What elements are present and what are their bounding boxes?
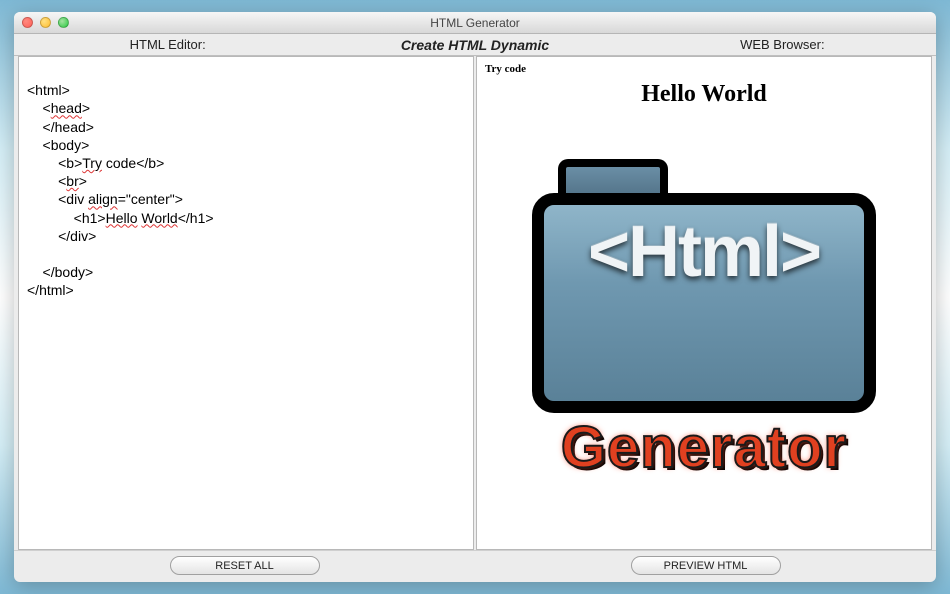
preview-content: Try code Hello World <Html> Generator: [477, 57, 931, 479]
editor-spell: Hello: [106, 210, 138, 226]
editor-spell: Try: [82, 155, 102, 171]
section-header-row: HTML Editor: Create HTML Dynamic WEB Bro…: [14, 34, 936, 56]
editor-line: </head>: [27, 119, 94, 135]
app-window: HTML Generator HTML Editor: Create HTML …: [14, 12, 936, 582]
editor-line: <: [27, 173, 66, 189]
editor-section-label: HTML Editor:: [14, 34, 321, 55]
editor-line: [27, 64, 31, 80]
content-row: <html> <head> </head> <body> <b>Try code…: [14, 56, 936, 550]
editor-line: code</b>: [102, 155, 164, 171]
window-title: HTML Generator: [14, 16, 936, 30]
button-cell-right: PREVIEW HTML: [475, 551, 936, 580]
editor-line: </h1>: [178, 210, 214, 226]
editor-line: ="center">: [118, 191, 183, 207]
editor-spell: align: [88, 191, 118, 207]
preview-bold-text: Try code: [485, 63, 923, 75]
titlebar[interactable]: HTML Generator: [14, 12, 936, 34]
html-editor[interactable]: <html> <head> </head> <body> <b>Try code…: [19, 57, 473, 549]
editor-spell: World: [141, 210, 177, 226]
editor-line: <b>: [27, 155, 82, 171]
editor-line: </body>: [27, 264, 93, 280]
editor-spell: br: [66, 173, 78, 189]
editor-line: <html>: [27, 82, 70, 98]
editor-line: <div: [27, 191, 88, 207]
folder-icon: <Html> Generator: [514, 133, 894, 473]
editor-line: <h1>: [27, 210, 106, 226]
editor-line: [27, 246, 31, 262]
preview-heading: Hello World: [485, 81, 923, 108]
editor-line: >: [79, 173, 87, 189]
reset-all-button[interactable]: RESET ALL: [170, 556, 320, 575]
browser-section-label: WEB Browser:: [629, 34, 936, 55]
preview-html-button[interactable]: PREVIEW HTML: [631, 556, 781, 575]
button-cell-left: RESET ALL: [14, 551, 475, 580]
editor-spell: head: [51, 100, 82, 116]
logo-generator-text: Generator: [514, 414, 894, 481]
preview-logo: <Html> Generator: [485, 133, 923, 473]
editor-line: >: [82, 100, 90, 116]
editor-line: <body>: [27, 137, 89, 153]
editor-line: <: [27, 100, 51, 116]
editor-pane: <html> <head> </head> <body> <b>Try code…: [18, 56, 474, 550]
center-section-label: Create HTML Dynamic: [321, 34, 628, 55]
browser-pane: Try code Hello World <Html> Generator: [476, 56, 932, 550]
editor-line: </div>: [27, 228, 96, 244]
logo-html-text: <Html>: [514, 211, 894, 293]
button-row: RESET ALL PREVIEW HTML: [14, 550, 936, 580]
editor-line: </html>: [27, 282, 74, 298]
